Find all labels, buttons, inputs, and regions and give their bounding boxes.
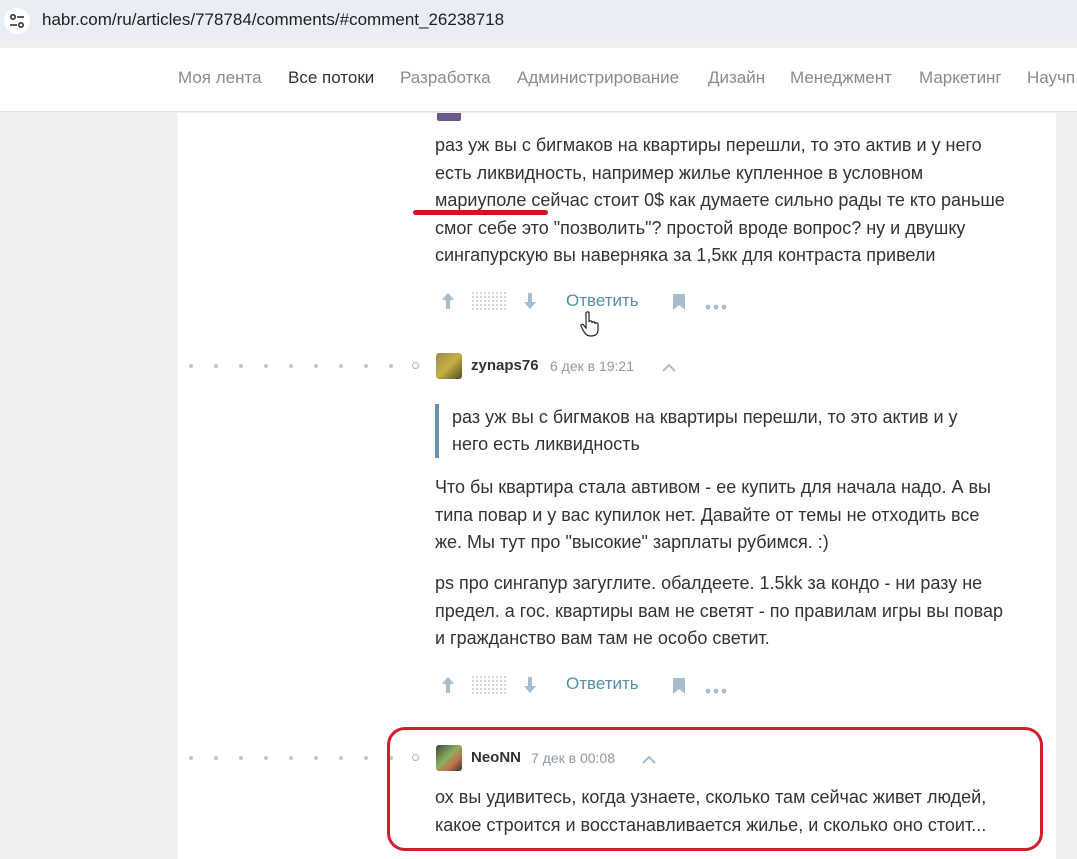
comment-line: и гражданство вам там не особо светит. [435,628,770,648]
thread-dot [339,756,343,760]
bookmark-icon[interactable] [672,293,686,316]
thread-dot [264,364,268,368]
thread-dot [314,364,318,368]
thread-dot [214,364,218,368]
quote-bar [435,404,439,458]
comment-line: типа повар и у вас купилок нет. Давайте … [435,504,980,525]
reply-button[interactable]: Ответить [566,291,639,311]
quote-line: него есть ликвидность [452,434,640,454]
comment-date[interactable]: 6 дек в 19:21 [550,358,634,374]
nav-item-marketing[interactable]: Маркетинг [919,68,1002,88]
arrow-down-icon[interactable] [522,675,538,700]
address-bar[interactable]: habr.com/ru/articles/778784/comments/#co… [0,0,1077,40]
arrow-up-icon[interactable] [440,291,456,316]
thread-ring [412,362,419,369]
score-hidden [471,291,507,311]
comment-line: же. Мы тут про "высокие" зарплаты рубимс… [435,532,829,552]
comment-body: ps про сингапур загуглите. обалдеете. 1.… [435,570,1003,653]
thread-dot [214,756,218,760]
thread-dot [339,364,343,368]
thread-dot [189,756,193,760]
nav-item-my-feed[interactable]: Моя лента [178,68,262,88]
comment-body: Что бы квартира стала автивом - ее купит… [435,474,991,557]
comment-body: раз уж вы с бигмаков на квартиры перешли… [435,132,1005,270]
quote-line: раз уж вы с бигмаков на квартиры перешли… [452,407,958,427]
reply-button[interactable]: Ответить [566,674,639,694]
thread-dot [239,756,243,760]
thread-dot [189,364,193,368]
nav-item-development[interactable]: Разработка [400,68,491,88]
thread-dot [289,756,293,760]
comment-line: Что бы квартира стала автивом - ее купит… [435,477,991,497]
arrow-up-icon[interactable] [440,675,456,700]
bookmark-icon[interactable] [672,677,686,700]
arrow-down-icon[interactable] [522,291,538,316]
thread-dot [389,364,393,368]
username[interactable]: zynaps76 [471,357,539,374]
avatar[interactable] [436,353,462,379]
more-icon[interactable] [705,682,727,700]
thread-dot [364,364,368,368]
nav-item-all-streams[interactable]: Все потоки [288,68,374,88]
collapse-chevron-icon[interactable] [661,360,677,378]
comment-line: ps про сингапур загуглите. обалдеете. 1.… [435,573,983,593]
thread-dot [239,364,243,368]
pointer-cursor-icon [580,311,600,342]
avatar[interactable] [437,113,461,121]
url-text[interactable]: habr.com/ru/articles/778784/comments/#co… [42,10,504,30]
quote-text: раз уж вы с бигмаков на квартиры перешли… [452,404,958,458]
thread-dot [264,756,268,760]
nav-item-design[interactable]: Дизайн [708,68,765,88]
comment-line: смог себе это "позволить"? простой вроде… [435,217,966,238]
topic-nav: Моя лента Все потоки Разработка Админист… [0,48,1077,112]
red-underline-annotation [413,210,548,215]
red-highlight-annotation [387,727,1043,851]
tune-icon[interactable] [4,8,30,34]
thread-dot [314,756,318,760]
nav-item-management[interactable]: Менеджмент [790,68,892,88]
comment-line: сингапурскую вы наверняка за 1,5кк для к… [435,245,936,265]
nav-item-administration[interactable]: Администрирование [517,68,679,88]
thread-dot [364,756,368,760]
comment-line: есть ликвидность, например жилье купленн… [435,162,924,183]
more-icon[interactable] [705,298,727,316]
comment-line: раз уж вы с бигмаков на квартиры перешли… [435,135,982,155]
nav-item-popsci[interactable]: Научп [1027,68,1075,88]
comment-line: предел. а гос. квартиры вам не светят - … [435,600,1004,621]
thread-dot [289,364,293,368]
score-hidden [471,675,507,695]
